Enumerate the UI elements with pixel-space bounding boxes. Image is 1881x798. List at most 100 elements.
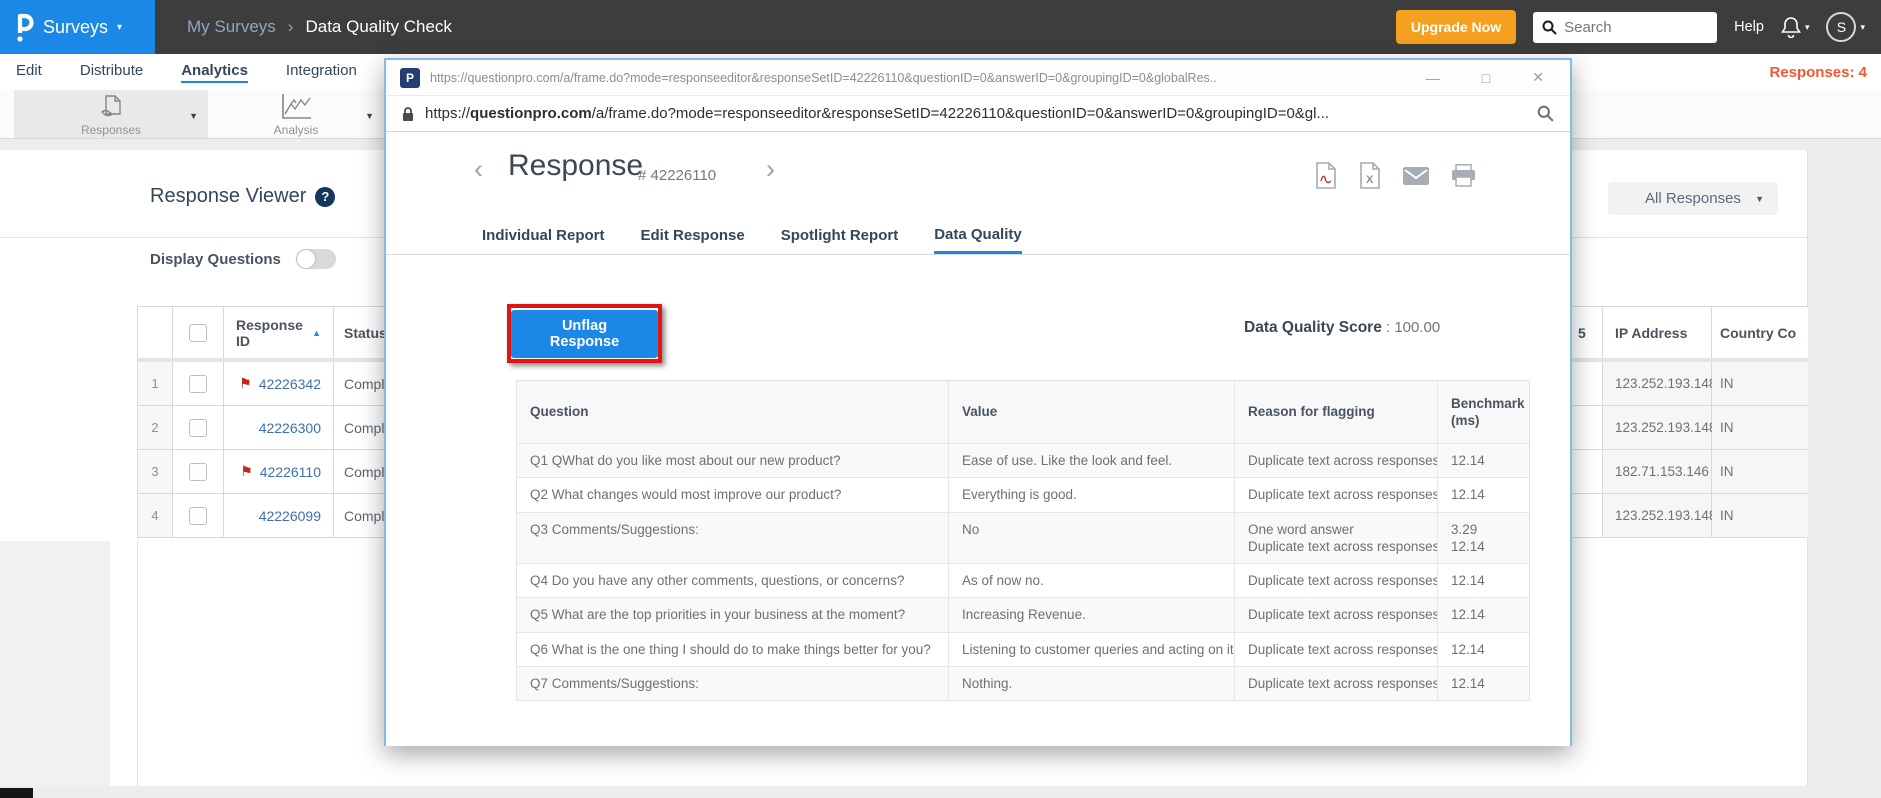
toolbar-analysis-label: Analysis [273, 122, 319, 137]
response-header: ‹ Response # 42226110 › X [386, 132, 1570, 217]
help-icon[interactable]: ? [315, 186, 336, 207]
value-cell: Everything is good. [949, 478, 1235, 512]
search-icon [1542, 20, 1557, 35]
value-text: No [962, 521, 980, 537]
row-checkbox[interactable] [189, 506, 207, 525]
notifications-menu[interactable]: ▾ [1780, 16, 1809, 38]
response-id-link[interactable]: 42226300 [259, 420, 321, 436]
row-number: 4 [138, 494, 173, 538]
row-number: 3 [138, 450, 173, 494]
nav-item-analytics[interactable]: Analytics [181, 62, 248, 83]
window-controls: — □ ✕ [1426, 69, 1556, 86]
page-title: Response Viewer ? [150, 185, 336, 208]
all-responses-dropdown[interactable]: All Responses ▼ [1608, 182, 1778, 215]
value-text: Everything is good. [962, 487, 1077, 503]
tab-data-quality[interactable]: Data Quality [934, 217, 1022, 254]
select-all-checkbox[interactable] [189, 323, 207, 342]
svg-text:X: X [1366, 174, 1374, 186]
question-cell: Q1 QWhat do you like most about our new … [517, 444, 949, 478]
score-colon: : [1381, 319, 1395, 336]
top-bar: Surveys ▾ My Surveys › Data Quality Chec… [0, 0, 1881, 54]
benchmark-value: 12.14 [1451, 607, 1485, 623]
lock-icon [402, 106, 414, 122]
print-icon[interactable] [1451, 164, 1476, 187]
country-code-cell: IN [1712, 450, 1808, 494]
response-id-link[interactable]: 42226110 [260, 464, 321, 480]
data-quality-table-body: Q1 QWhat do you like most about our new … [517, 443, 1529, 701]
toolbar-analysis-button[interactable]: Analysis ▼ [208, 90, 384, 138]
tab-spotlight-report[interactable]: Spotlight Report [781, 217, 898, 254]
reason-text: One word answer [1248, 521, 1354, 537]
reason-text: Duplicate text across responses [1248, 607, 1438, 623]
row-checkbox[interactable] [189, 374, 207, 393]
response-list-table: Response ID ▲ Status 1⚑42226342Comple242… [137, 306, 384, 538]
tab-edit-response[interactable]: Edit Response [641, 217, 745, 254]
previous-response-button[interactable]: ‹ [474, 154, 483, 185]
table-left-border [137, 541, 138, 786]
email-icon[interactable] [1403, 166, 1429, 185]
data-quality-table-header: Question Value Reason for flagging Bench… [517, 381, 1529, 443]
all-responses-label: All Responses [1645, 190, 1741, 207]
export-excel-icon[interactable]: X [1359, 162, 1381, 189]
avatar: S [1826, 12, 1857, 42]
chevron-down-icon: ▼ [365, 111, 374, 121]
row-checkbox[interactable] [189, 418, 207, 437]
next-response-button[interactable]: › [766, 154, 775, 185]
reason-cell: Duplicate text across responses [1235, 598, 1438, 632]
maximize-button[interactable]: □ [1482, 70, 1490, 86]
unflag-response-button[interactable]: Unflag Response [511, 309, 658, 358]
nav-item-distribute[interactable]: Distribute [80, 62, 143, 83]
zoom-icon[interactable] [1537, 105, 1554, 122]
benchmark-value: 12.14 [1451, 538, 1485, 554]
breadcrumb-my-surveys[interactable]: My Surveys [187, 17, 276, 37]
question-cell: Q7 Comments/Suggestions: [517, 666, 949, 701]
ip-address-header: IP Address [1603, 307, 1712, 362]
reason-cell: One word answer Duplicate text across res… [1235, 512, 1438, 564]
table-row: 4 42226099 Comple [138, 494, 384, 538]
status-cell: Comple [334, 450, 384, 494]
value-cell: Listening to customer queries and acting… [949, 632, 1235, 666]
status-cell: Comple [334, 362, 384, 406]
close-button[interactable]: ✕ [1532, 69, 1544, 86]
toolbar-responses-button[interactable]: Responses ▼ [14, 90, 208, 138]
tab-individual-report[interactable]: Individual Report [482, 217, 605, 254]
breadcrumb-separator: › [287, 17, 294, 36]
brand-menu[interactable]: Surveys ▾ [0, 0, 155, 54]
value-cell: Nothing. [949, 666, 1235, 701]
nav-item-integration[interactable]: Integration [286, 62, 357, 83]
export-pdf-icon[interactable] [1315, 162, 1337, 189]
response-id-link[interactable]: 42226342 [259, 376, 321, 392]
nav-item-edit[interactable]: Edit [16, 62, 42, 83]
reason-text: Duplicate text across responses [1248, 487, 1438, 503]
data-quality-row: Q1 QWhat do you like most about our new … [517, 443, 1529, 478]
reason-text: Duplicate text across responses [1248, 453, 1438, 468]
display-questions-toggle[interactable] [295, 249, 336, 269]
response-id-link[interactable]: 42226099 [259, 508, 321, 524]
row-number-header [138, 307, 173, 362]
country-code-header: Country Co [1712, 307, 1808, 362]
reason-cell: Duplicate text across responses [1235, 444, 1438, 478]
benchmark-value: 12.14 [1451, 675, 1485, 691]
partial-cell [1572, 362, 1603, 406]
toolbar-responses-label: Responses [80, 122, 142, 137]
response-id-header[interactable]: Response ID ▲ [224, 307, 334, 362]
upgrade-now-button[interactable]: Upgrade Now [1395, 10, 1517, 44]
ip-address-cell: 182.71.153.146 [1603, 450, 1712, 494]
minimize-button[interactable]: — [1426, 70, 1440, 86]
account-menu[interactable]: S ▾ [1826, 12, 1865, 42]
row-checkbox[interactable] [189, 462, 207, 481]
value-text: Listening to customer queries and acting… [962, 641, 1235, 657]
search-input[interactable] [1564, 18, 1709, 36]
page-title-text: Response Viewer [150, 185, 307, 207]
help-link[interactable]: Help [1734, 19, 1764, 35]
reason-header: Reason for flagging [1235, 381, 1438, 443]
value-cell: No [949, 512, 1235, 564]
bell-icon [1780, 16, 1801, 38]
chevron-down-icon: ▾ [117, 21, 123, 33]
table-row: 123.252.193.148 IN [1572, 406, 1808, 450]
address-bar[interactable]: https://questionpro.com/a/frame.do?mode=… [386, 96, 1570, 132]
data-quality-row: Q7 Comments/Suggestions: Nothing. Duplicat… [517, 665, 1529, 701]
right-fragment-header: 5 IP Address Country Co [1572, 307, 1808, 362]
response-id-cell: ⚑ 42226110 [224, 450, 334, 494]
benchmark-cell: 12.14 [1438, 598, 1529, 631]
